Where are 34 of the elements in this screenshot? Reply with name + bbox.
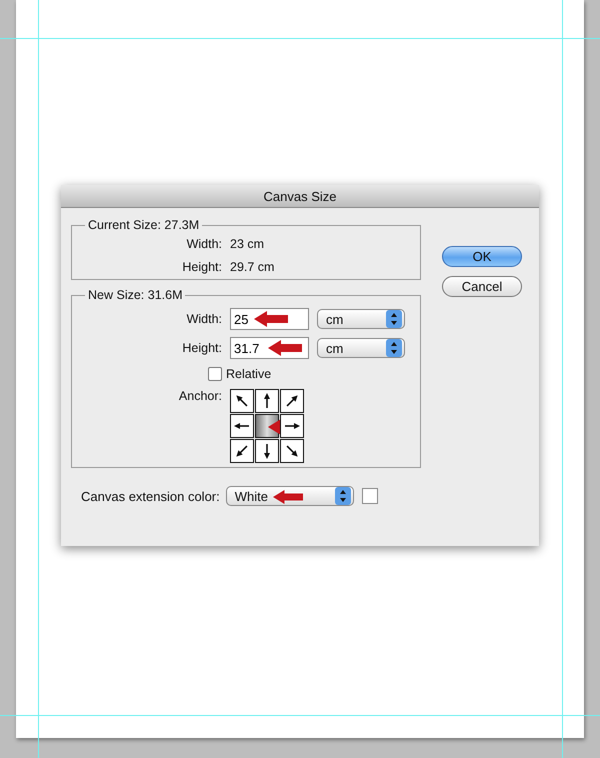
anchor-cell[interactable] [230,389,254,413]
anchor-cell[interactable] [280,439,304,463]
checkbox-label: Relative [226,367,272,381]
field-label: Height: [181,341,222,355]
stepper-icon [386,310,402,328]
anchor-cell[interactable] [280,414,304,438]
color-swatch[interactable] [362,488,378,504]
field-label: Canvas extension color: [81,488,220,504]
anchor-cell[interactable] [230,439,254,463]
stepper-icon [334,487,351,505]
field-label: Width: [186,236,222,250]
unit-dropdown[interactable]: cm [317,309,405,329]
field-label: Width: [186,312,222,326]
pointer-arrow-icon [272,488,303,504]
pointer-arrow-icon [254,311,288,327]
anchor-cell[interactable] [255,414,279,438]
color-dropdown[interactable]: White [226,486,354,506]
group-legend: New Size: 31.6M [85,288,186,302]
field-label: Height: [181,260,222,274]
group-legend: Current Size: 27.3M [85,218,202,232]
field-label: Anchor: [178,389,222,403]
checkbox[interactable] [208,367,222,381]
window-title: Canvas Size [264,188,336,204]
size-value: 23 cm [230,236,264,250]
stepper-icon [386,339,402,357]
anchor-cell[interactable] [230,414,254,438]
unit-dropdown[interactable]: cm [317,338,405,358]
size-value: 29.7 cm [230,260,274,274]
anchor-cell[interactable] [255,389,279,413]
cancel-button[interactable]: Cancel [442,276,522,297]
pointer-arrow-icon [268,340,302,356]
anchor-cell[interactable] [280,389,304,413]
ok-button[interactable]: OK [442,246,522,267]
anchor-cell[interactable] [255,439,279,463]
